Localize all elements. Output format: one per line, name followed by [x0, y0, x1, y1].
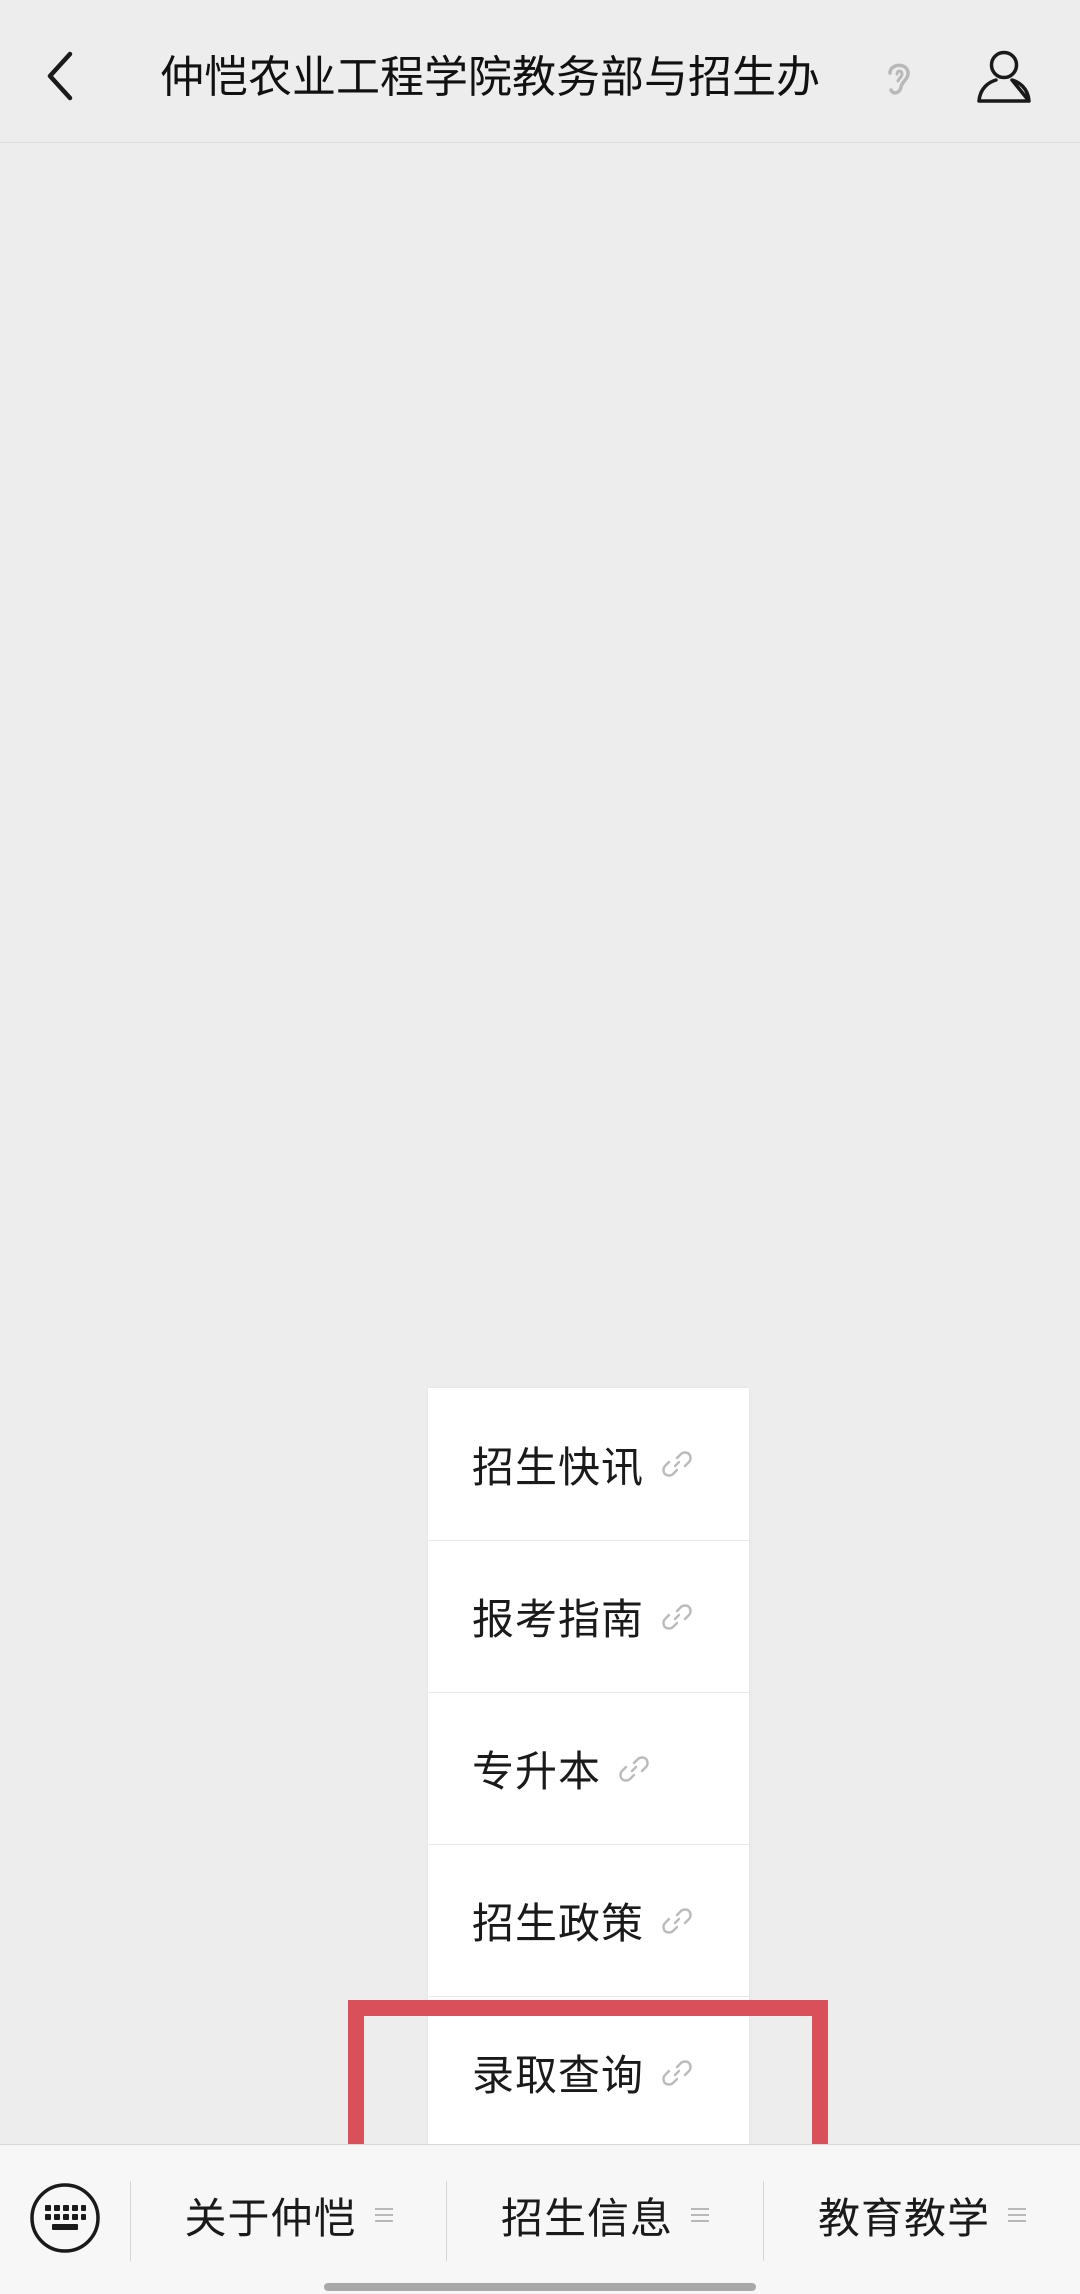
submenu-item-label: 招生政策: [472, 1899, 645, 1948]
submenu-item-admission-query[interactable]: 录取查询: [428, 1996, 749, 2148]
menu-tab-label: 关于仲恺: [184, 2193, 357, 2243]
link-icon: [662, 1451, 692, 1477]
bottom-menu-bar: 关于仲恺 招生信息 教育教学: [0, 2144, 1080, 2294]
link-icon: [662, 1603, 692, 1630]
submenu-item-label: 录取查询: [472, 2051, 645, 2100]
chevron-left-icon: [47, 51, 73, 101]
menu-tab-admissions[interactable]: 招生信息: [447, 2165, 763, 2265]
user-icon: [977, 50, 1031, 103]
submenu-item-news[interactable]: 招生快讯: [428, 1388, 749, 1540]
submenu-item-label: 报考指南: [472, 1595, 645, 1644]
page-title: 仲恺农业工程学院教务部与招生办: [160, 52, 820, 103]
menu-tab-education[interactable]: 教育教学: [764, 2165, 1080, 2265]
submenu-item-policy[interactable]: 招生政策: [428, 1844, 749, 1996]
submenu-item-label: 招生快讯: [472, 1442, 645, 1492]
menu-lines-icon: [1008, 2208, 1026, 2222]
link-icon: [662, 1907, 692, 1934]
menu-tab-label: 教育教学: [817, 2193, 990, 2243]
menu-lines-icon: [374, 2208, 393, 2222]
keyboard-toggle-button[interactable]: [28, 2181, 102, 2255]
back-button[interactable]: [22, 38, 98, 114]
home-indicator[interactable]: [324, 2283, 756, 2291]
submenu-item-guide[interactable]: 报考指南: [428, 1540, 749, 1692]
link-icon: [662, 2059, 692, 2086]
profile-button[interactable]: [964, 36, 1044, 116]
submenu-popup: 招生快讯 报考指南 专升本 招生政策 录取查询: [428, 1388, 749, 2148]
link-icon: [619, 1755, 649, 1782]
top-navigation-bar: 仲恺农业工程学院教务部与招生办: [0, 0, 1080, 143]
submenu-item-label: 专升本: [472, 1747, 602, 1796]
submenu-item-upgrade[interactable]: 专升本: [428, 1692, 749, 1844]
keyboard-icon: [30, 2183, 100, 2253]
menu-tab-label: 招生信息: [500, 2193, 673, 2243]
ear-icon[interactable]: [878, 56, 918, 100]
menu-tab-about[interactable]: 关于仲恺: [131, 2165, 446, 2265]
menu-lines-icon: [691, 2208, 709, 2222]
